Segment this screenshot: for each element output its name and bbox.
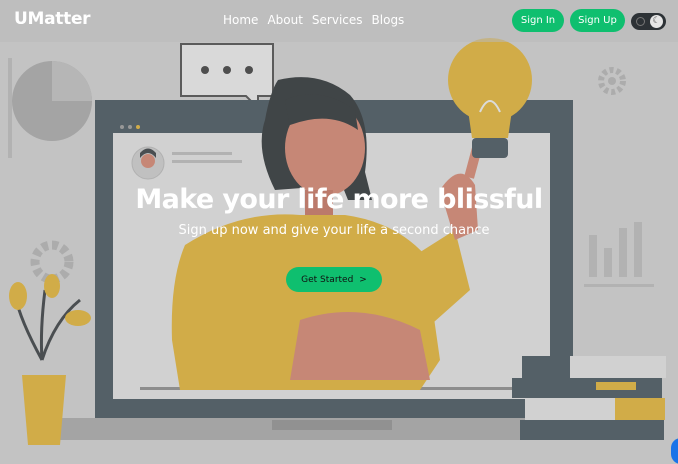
chevron-right-icon: > (359, 274, 367, 285)
navbar: UMatter Home About Services Blogs Sign I… (0, 0, 678, 42)
nav-link-home[interactable]: Home (223, 13, 258, 27)
moon-icon: ☾ (650, 15, 663, 28)
brand-logo[interactable]: UMatter (14, 9, 91, 29)
nav-link-about[interactable]: About (267, 13, 302, 27)
sign-up-button[interactable]: Sign Up (570, 9, 625, 32)
hero-subtitle: Sign up now and give your life a second … (178, 223, 490, 238)
speech-bubble (180, 43, 274, 111)
pie-chart-decoration (8, 58, 92, 158)
get-started-label: Get Started (301, 274, 354, 285)
nav-link-blogs[interactable]: Blogs (372, 13, 405, 27)
hero-title: Make your life more blissful (135, 184, 543, 215)
theme-toggle[interactable]: ☾ (631, 13, 666, 30)
nav-link-services[interactable]: Services (312, 13, 363, 27)
sign-in-button[interactable]: Sign In (512, 9, 564, 32)
sun-icon (636, 17, 645, 26)
books-decoration (512, 356, 666, 440)
nav-links: Home About Services Blogs (223, 13, 413, 27)
get-started-button[interactable]: Get Started > (286, 267, 382, 292)
